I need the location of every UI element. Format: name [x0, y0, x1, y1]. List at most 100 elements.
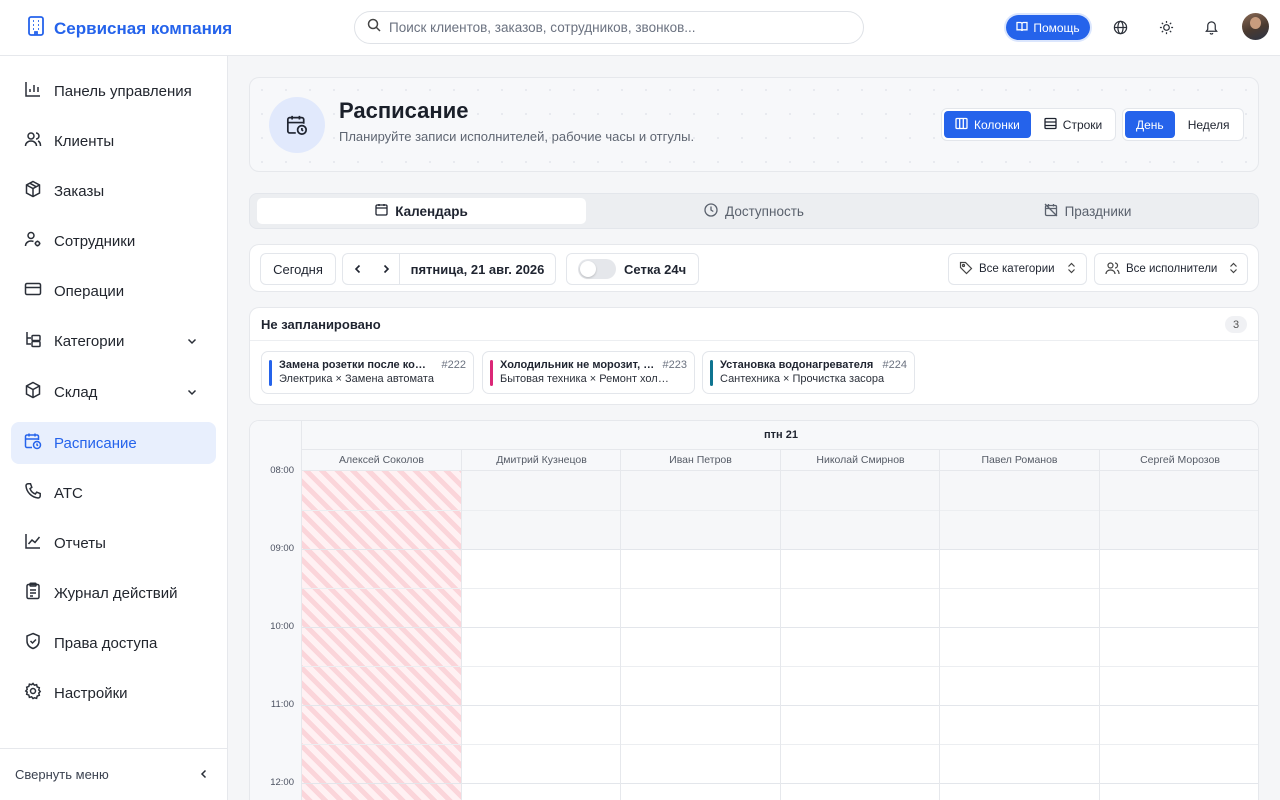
resource-header: Николай Смирнов — [780, 450, 940, 471]
job-title: Холодильник не морозит, нужна диагностик… — [500, 359, 655, 371]
sidebar-item-pbx[interactable]: АТС — [11, 472, 216, 514]
credit-card-icon — [24, 280, 42, 302]
page-header: Расписание Планируйте записи исполнителе… — [249, 77, 1259, 172]
schedule-calendar: птн 21 Алексей Соколов Дмитрий Кузнецов … — [249, 420, 1259, 800]
date-navigator: пятница, 21 авг. 2026 — [342, 253, 556, 285]
sidebar-item-label: Заказы — [54, 182, 105, 200]
sidebar-item-dashboard[interactable]: Панель управления — [11, 70, 216, 112]
gear-icon — [24, 682, 42, 704]
tag-icon — [959, 261, 973, 278]
sidebar-item-clients[interactable]: Клиенты — [11, 120, 216, 162]
sidebar-item-label: Права доступа — [54, 634, 158, 652]
unscheduled-job-card[interactable]: Замена розетки после короткого замыкания… — [261, 351, 474, 394]
job-color-bar — [710, 360, 713, 386]
user-avatar[interactable] — [1242, 13, 1269, 40]
today-button[interactable]: Сегодня — [260, 253, 336, 285]
help-button[interactable]: Помощь — [1006, 15, 1090, 40]
users-icon — [1105, 261, 1120, 278]
tab-calendar[interactable]: Календарь — [257, 198, 586, 224]
tab-holidays[interactable]: Праздники — [922, 198, 1253, 224]
week-view-button[interactable]: Неделя — [1177, 111, 1241, 138]
job-title: Замена розетки после короткого замыкания — [279, 359, 429, 371]
unscheduled-job-card[interactable]: Установка водонагревателя #224 Сантехник… — [702, 351, 915, 394]
current-date-button[interactable]: пятница, 21 авг. 2026 — [400, 262, 555, 277]
resource-column[interactable] — [780, 471, 940, 800]
collapse-menu-button[interactable]: Свернуть меню — [0, 748, 228, 800]
sidebar-item-orders[interactable]: Заказы — [11, 170, 216, 212]
category-filter-value: Все категории — [979, 263, 1055, 275]
performer-filter-select[interactable]: Все исполнители — [1094, 253, 1248, 285]
rows-icon — [1044, 117, 1057, 133]
sidebar-item-categories[interactable]: Категории — [11, 320, 216, 362]
resource-column[interactable] — [461, 471, 621, 800]
divider — [250, 340, 1258, 341]
grid-24h-toggle[interactable]: Сетка 24ч — [566, 253, 699, 285]
global-search[interactable] — [354, 11, 864, 44]
help-label: Помощь — [1033, 20, 1080, 35]
grid-24h-label: Сетка 24ч — [624, 261, 687, 277]
resource-column[interactable] — [939, 471, 1099, 800]
job-id: #223 — [662, 359, 687, 371]
layout-toggle: Колонки Строки — [941, 108, 1117, 141]
calendar-toolbar: Сегодня пятница, 21 авг. 2026 Сетка 24ч … — [249, 244, 1259, 292]
sidebar-item-label: Клиенты — [54, 132, 115, 150]
sidebar-item-warehouse[interactable]: Склад — [11, 371, 216, 413]
week-label: Неделя — [1187, 117, 1230, 132]
resource-column[interactable] — [301, 471, 461, 800]
prev-day-button[interactable] — [343, 254, 372, 284]
day-view-button[interactable]: День — [1125, 111, 1175, 138]
sidebar-item-reports[interactable]: Отчеты — [11, 522, 216, 564]
sidebar-item-settings[interactable]: Настройки — [11, 672, 216, 714]
top-bar: Сервисная компания Помощь — [0, 0, 1280, 56]
unscheduled-count-badge: 3 — [1225, 316, 1247, 333]
bell-icon[interactable] — [1201, 17, 1221, 37]
time-label: 09:00 — [270, 543, 294, 554]
brand[interactable]: Сервисная компания — [26, 15, 232, 42]
resource-header: Алексей Соколов — [301, 450, 461, 471]
language-icon[interactable] — [1110, 17, 1130, 37]
time-label: 12:00 — [270, 777, 294, 788]
book-icon — [1016, 21, 1028, 35]
sidebar-item-label: АТС — [54, 484, 83, 502]
page-title: Расписание — [339, 98, 469, 123]
line-chart-icon — [24, 532, 42, 554]
columns-view-button[interactable]: Колонки — [944, 111, 1031, 138]
tab-availability[interactable]: Доступность — [586, 198, 922, 224]
day-label: День — [1136, 117, 1164, 132]
sidebar-item-employees[interactable]: Сотрудники — [11, 220, 216, 262]
sidebar-item-label: Настройки — [54, 684, 128, 702]
calendar-clock-icon — [24, 432, 42, 454]
unscheduled-job-card[interactable]: Холодильник не морозит, нужна диагностик… — [482, 351, 695, 394]
grid-24h-switch[interactable] — [578, 259, 616, 279]
phone-icon — [24, 482, 42, 504]
schedule-tabs: Календарь Доступность Праздники — [249, 193, 1259, 229]
theme-toggle-icon[interactable] — [1156, 17, 1176, 37]
calendar-icon — [375, 203, 388, 219]
job-subtitle: Сантехника × Прочистка засора — [720, 373, 885, 385]
resource-column[interactable] — [1099, 471, 1258, 800]
calendar-clock-icon — [269, 97, 325, 153]
job-id: #224 — [882, 359, 907, 371]
search-icon — [367, 18, 381, 37]
sidebar-item-schedule[interactable]: Расписание — [11, 422, 216, 464]
category-filter-select[interactable]: Все категории — [948, 253, 1087, 285]
resource-column[interactable] — [620, 471, 780, 800]
sidebar-item-access-rights[interactable]: Права доступа — [11, 622, 216, 664]
sidebar-item-activity-log[interactable]: Журнал действий — [11, 572, 216, 614]
rows-view-button[interactable]: Строки — [1033, 111, 1113, 138]
next-day-button[interactable] — [372, 254, 400, 284]
performer-filter-value: Все исполнители — [1126, 263, 1218, 275]
collapse-menu-label: Свернуть меню — [15, 767, 109, 782]
today-label: Сегодня — [273, 261, 323, 277]
app-name: Сервисная компания — [54, 18, 233, 38]
sidebar-item-operations[interactable]: Операции — [11, 270, 216, 312]
rows-label: Строки — [1062, 117, 1103, 132]
day-header: птн 21 — [301, 421, 1258, 450]
search-input[interactable] — [389, 20, 829, 35]
resource-header: Иван Петров — [620, 450, 780, 471]
sidebar-item-label: Расписание — [54, 434, 137, 452]
chevron-left-icon — [353, 262, 363, 277]
time-label: 11:00 — [270, 699, 294, 710]
chevron-down-icon — [186, 334, 198, 351]
sidebar-item-label: Категории — [54, 332, 125, 350]
